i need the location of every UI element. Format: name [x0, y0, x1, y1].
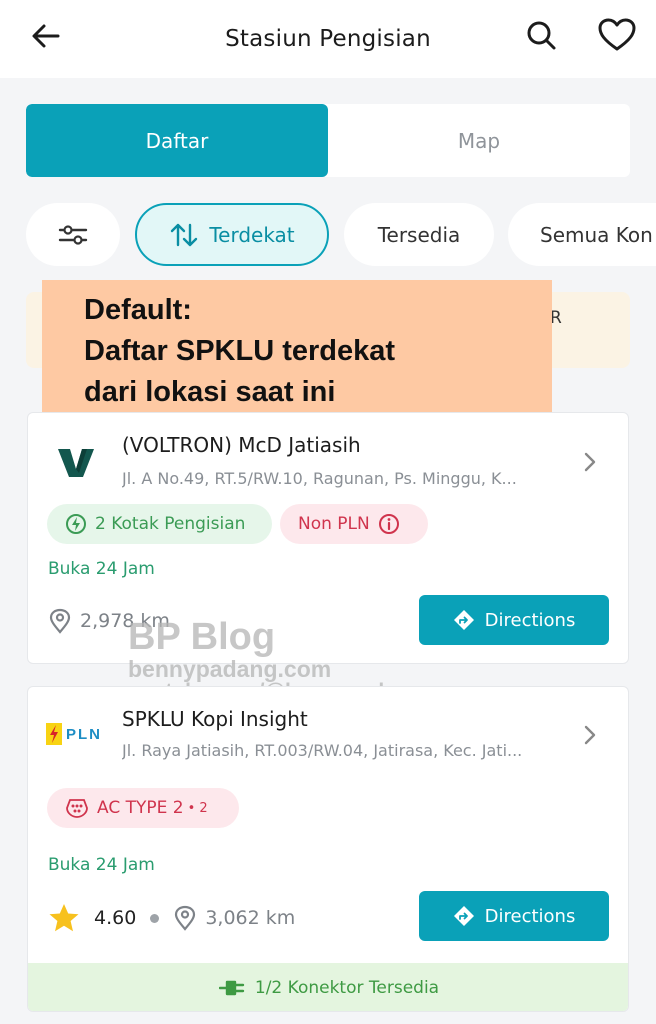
plug-icon — [218, 980, 245, 996]
network-badge: Non PLN — [280, 504, 428, 544]
connector-count: • 2 — [187, 800, 208, 816]
annotation-line: Daftar SPKLU terdekat — [84, 335, 396, 367]
chevron-right-icon[interactable] — [580, 450, 600, 474]
voltron-logo-icon — [58, 449, 94, 477]
sort-arrows-icon — [171, 223, 198, 246]
station-card[interactable]: (VOLTRON) McD Jatiasih Jl. A No.49, RT.5… — [27, 412, 629, 664]
location-pin-icon — [49, 608, 71, 634]
station-name: SPKLU Kopi Insight — [122, 707, 308, 731]
annotation-box: Default: Daftar SPKLU terdekat dari loka… — [42, 280, 552, 414]
annotation-line: Default: — [84, 294, 192, 326]
distance-value: 3,062 km — [205, 907, 296, 929]
tab-list[interactable]: Daftar — [26, 104, 328, 177]
watermark-title: BP Blog — [128, 616, 276, 658]
station-address: Jl. A No.49, RT.5/RW.10, Ragunan, Ps. Mi… — [122, 469, 517, 488]
charging-box-label: 2 Kotak Pengisian — [95, 514, 246, 534]
rating-distance-info: 4.60 3,062 km — [48, 903, 295, 933]
available-chip[interactable]: Tersedia — [344, 203, 494, 266]
opening-hours: Buka 24 Jam — [48, 559, 155, 579]
info-icon[interactable] — [378, 513, 400, 535]
directions-icon — [453, 906, 474, 926]
pln-bolt-icon — [46, 723, 62, 745]
directions-label: Directions — [484, 905, 576, 927]
connector-label: AC TYPE 2 — [97, 798, 184, 818]
availability-label: 1/2 Konektor Tersedia — [254, 978, 440, 998]
station-address: Jl. Raya Jatiasih, RT.003/RW.04, Jatiras… — [122, 741, 523, 760]
star-icon — [49, 904, 79, 932]
station-card[interactable]: PLN SPKLU Kopi Insight Jl. Raya Jatiasih… — [27, 686, 629, 1012]
sliders-icon — [58, 224, 88, 245]
all-connectors-chip[interactable]: Semua Kon — [508, 203, 656, 266]
directions-label: Directions — [484, 609, 576, 631]
page-title: Stasiun Pengisian — [225, 26, 431, 52]
separator-dot — [150, 913, 160, 923]
directions-button[interactable]: Directions — [419, 891, 609, 941]
directions-icon — [453, 610, 474, 630]
network-label: Non PLN — [298, 514, 370, 534]
connector-badge: AC TYPE 2 • 2 — [47, 788, 239, 828]
charging-box-badge: 2 Kotak Pengisian — [47, 504, 272, 544]
sort-nearest-chip[interactable]: Terdekat — [135, 203, 329, 266]
filter-chip-row: Terdekat Tersedia Semua Kon — [0, 203, 656, 267]
view-toggle: Daftar Map — [26, 104, 630, 177]
rating-value: 4.60 — [94, 907, 137, 929]
favorite-heart-icon[interactable] — [596, 14, 638, 56]
ac-type2-connector-icon — [66, 799, 88, 818]
back-arrow-icon[interactable] — [28, 18, 64, 54]
pln-logo: PLN — [46, 723, 102, 745]
charging-bolt-icon — [66, 514, 86, 534]
sort-nearest-label: Terdekat — [209, 222, 295, 247]
directions-button[interactable]: Directions — [419, 595, 609, 645]
chevron-right-icon[interactable] — [580, 723, 600, 747]
station-name: (VOLTRON) McD Jatiasih — [122, 433, 361, 457]
search-icon[interactable] — [522, 16, 560, 54]
tab-map[interactable]: Map — [328, 104, 630, 177]
watermark-site: bennypadang.com — [128, 656, 332, 682]
connector-availability-bar: 1/2 Konektor Tersedia — [28, 963, 628, 1011]
annotation-line: dari lokasi saat ini — [84, 376, 336, 408]
filter-settings-chip[interactable] — [26, 203, 120, 266]
opening-hours: Buka 24 Jam — [48, 855, 155, 875]
top-app-bar: Stasiun Pengisian — [0, 0, 656, 78]
pln-logo-text: PLN — [66, 725, 102, 743]
location-pin-icon — [175, 905, 196, 931]
